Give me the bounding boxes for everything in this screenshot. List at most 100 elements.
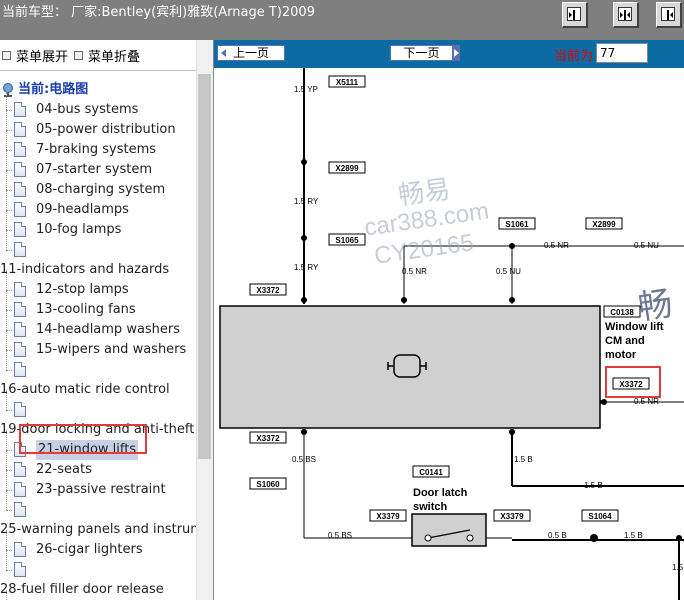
document-icon <box>14 242 26 257</box>
tree-folder[interactable]: 11-indicators and hazards <box>0 260 169 280</box>
prev-arrow-icon <box>221 49 226 57</box>
svg-text:X3379: X3379 <box>376 512 400 521</box>
window-lift-cm <box>219 305 601 429</box>
document-icon <box>14 282 26 297</box>
collapse-right-button[interactable] <box>656 2 682 28</box>
tree-folder-label: 25-warning panels and instrum <box>0 522 203 537</box>
document-icon <box>14 502 26 517</box>
wire-label: 0.5 NR <box>544 241 569 250</box>
tree-folder[interactable]: 16-auto matic ride control <box>0 380 170 400</box>
tree-item-label: 07-starter system <box>36 162 152 177</box>
wiring-diagram-svg: X5111 X2899 S1065 S1061 X2899 X3372 C0138 X3372… <box>219 68 684 600</box>
svg-text:S1060: S1060 <box>256 480 280 489</box>
document-icon <box>14 182 26 197</box>
document-icon <box>14 302 26 317</box>
vehicle-title: 当前车型： 厂家:Bentley(宾利)雅致(Arnage T)2009 <box>2 5 315 20</box>
document-icon <box>14 162 26 177</box>
tree-item-label: 10-fog lamps <box>36 222 122 237</box>
svg-text:S1065: S1065 <box>335 236 359 245</box>
tree-root-label: 当前:电路图 <box>18 82 89 97</box>
next-page-label: 下一页 <box>403 46 440 60</box>
document-icon <box>14 462 26 477</box>
wiring-diagram: X5111 X2899 S1065 S1061 X2899 X3372 C0138 X3372… <box>214 68 684 600</box>
expand-all-button[interactable]: 菜单展开 <box>2 46 68 65</box>
svg-text:X3379: X3379 <box>500 512 524 521</box>
door-latch-line2: switch <box>413 501 448 513</box>
wire-label: 0.5 B <box>548 531 567 540</box>
svg-text:X3372: X3372 <box>256 434 280 443</box>
svg-text:S1061: S1061 <box>505 220 529 229</box>
connector-tag: S1064 <box>581 509 619 522</box>
svg-text:X2899: X2899 <box>335 164 359 173</box>
tree-item-label: 22-seats <box>36 462 92 477</box>
tree-item-label: 04-bus systems <box>36 102 139 117</box>
prev-page-button[interactable]: 上一页 <box>217 45 285 61</box>
document-icon <box>14 122 26 137</box>
expand-both-button[interactable] <box>613 2 639 28</box>
connector-tag: X2899 <box>585 217 623 230</box>
tree-item-label: 09-headlamps <box>36 202 129 217</box>
expand-all-label: 菜单展开 <box>16 50 69 65</box>
tree-folder[interactable]: 28-fuel filler door release <box>0 580 164 600</box>
tree-item-label: 12-stop lamps <box>36 282 129 297</box>
svg-text:X2899: X2899 <box>592 220 616 229</box>
highlight-box <box>19 424 147 454</box>
wire-label: 0.5 NU <box>634 241 659 250</box>
next-page-button[interactable]: 下一页 <box>390 45 460 61</box>
document-icon <box>14 482 26 497</box>
document-icon <box>14 562 26 577</box>
connector-tag: S1061 <box>498 217 536 230</box>
tree-item-label: 26-cigar lighters <box>36 542 143 557</box>
sidebar-scrollbar[interactable] <box>196 40 213 600</box>
tree-folder[interactable]: 25-warning panels and instrum <box>0 520 203 540</box>
wire-label: 1.5 RY <box>294 197 319 206</box>
document-icon <box>14 402 26 417</box>
collapse-icon <box>74 51 83 60</box>
wire-label: 0.5 BS <box>328 531 352 540</box>
tree-item-label: 05-power distribution <box>36 122 176 137</box>
connector-tag: X5111 <box>328 75 366 88</box>
watermark-4: 畅 <box>636 284 675 328</box>
wire-label: 1.5 B <box>514 455 533 464</box>
current-page-input[interactable]: 77 <box>596 43 648 63</box>
window-lift-line3: motor <box>605 349 637 361</box>
wire-label: 0.5 NR <box>634 397 659 406</box>
collapse-all-button[interactable]: 菜单折叠 <box>74 46 140 65</box>
connector-tag: S1065 <box>328 233 366 246</box>
connector-tag: X2899 <box>328 161 366 174</box>
document-icon <box>14 142 26 157</box>
svg-text:C0141: C0141 <box>419 468 443 477</box>
connector-tag: X3379 <box>493 509 531 522</box>
document-icon <box>14 362 26 377</box>
wire-label: 1.5 YP <box>294 85 318 94</box>
wire-label: 1.5 B <box>624 531 643 540</box>
document-icon <box>14 322 26 337</box>
sidebar: 菜单展开 菜单折叠 当前:电路图 04-bus systems 05-power … <box>0 40 214 600</box>
expand-icon <box>2 51 11 60</box>
tree-item-label: 15-wipers and washers <box>36 342 187 357</box>
svg-text:X3372: X3372 <box>256 286 280 295</box>
prev-page-label: 上一页 <box>232 46 269 60</box>
connector-tag: X3372 <box>249 283 287 296</box>
current-page-label: 当前为 <box>554 49 594 64</box>
wire-label: 0.5 NR <box>402 267 427 276</box>
tree-folder-label: 11-indicators and hazards <box>0 262 170 277</box>
svg-text:C0138: C0138 <box>610 308 634 317</box>
next-arrow-icon <box>454 49 459 57</box>
tree-item-label: 23-passive restraint <box>36 482 166 497</box>
page-nav-bar: 上一页 下一页 当前为 77 <box>214 40 684 68</box>
title-bar: 当前车型： 厂家:Bentley(宾利)雅致(Arnage T)2009 <box>0 0 684 40</box>
connector-tag: X3379 <box>369 509 407 522</box>
collapse-left-button[interactable] <box>562 2 588 28</box>
scrollbar-thumb[interactable] <box>198 74 211 459</box>
wire-label: 0.5 BS <box>292 455 316 464</box>
wire-label: 1.5 B <box>672 563 684 572</box>
document-icon <box>14 222 26 237</box>
connector-tag: X3372 <box>249 431 287 444</box>
document-icon <box>14 542 26 557</box>
window-lift-line2: CM and <box>605 335 645 347</box>
wire-label: 1.5 B <box>584 481 603 490</box>
tree-folder-label: 16-auto matic ride control <box>0 382 170 397</box>
document-icon <box>14 202 26 217</box>
svg-text:X5111: X5111 <box>336 78 359 87</box>
